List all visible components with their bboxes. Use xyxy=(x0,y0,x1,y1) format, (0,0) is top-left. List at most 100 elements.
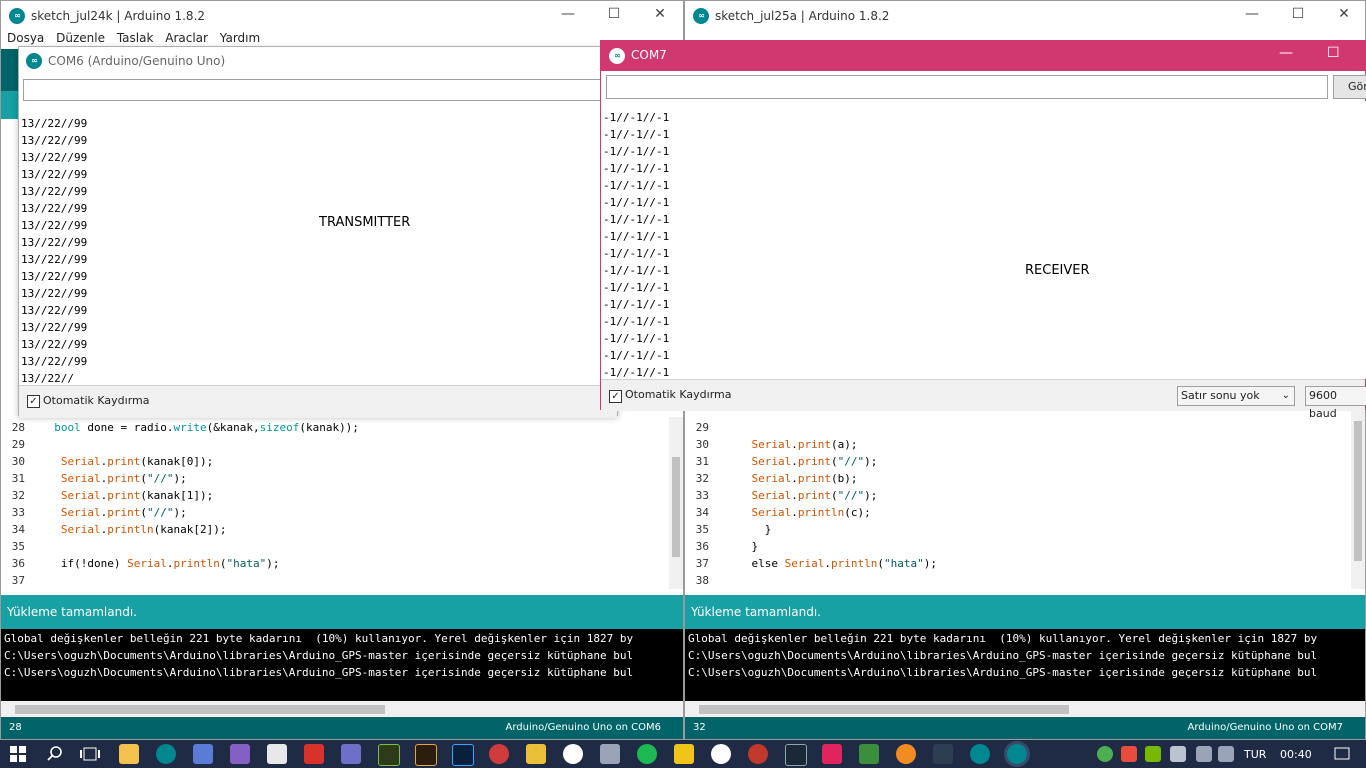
search-icon[interactable] xyxy=(46,745,64,763)
line-ending-select[interactable]: Satır sonu yok ⌄ xyxy=(1177,386,1295,406)
baud-value: 9600 baud xyxy=(1309,389,1337,420)
console-line: C:\Users\oguzh\Documents\Arduino\librari… xyxy=(688,666,1318,679)
scrollbar-thumb[interactable] xyxy=(15,705,385,714)
app-icon[interactable] xyxy=(304,744,324,764)
code-token: ( xyxy=(831,455,838,468)
com7-send-button[interactable]: Gön xyxy=(1333,75,1366,99)
volume-icon[interactable] xyxy=(1218,746,1234,762)
scrollbar-thumb[interactable] xyxy=(699,705,1069,714)
code-line: else Serial.println("hata"); xyxy=(725,557,937,570)
minimize-button[interactable]: — xyxy=(553,6,583,22)
code-token: (b); xyxy=(831,472,858,485)
left-editor-scrollbar[interactable] xyxy=(669,417,683,589)
serial-output-line: -1//-1//-1 xyxy=(603,162,670,175)
com7-send-input[interactable] xyxy=(606,75,1328,99)
maximize-button[interactable]: ☐ xyxy=(1327,45,1340,61)
close-button[interactable]: ✕ xyxy=(645,6,675,22)
code-token: else xyxy=(725,557,785,570)
notifications-icon[interactable] xyxy=(1334,746,1350,762)
menu-file[interactable]: Dosya xyxy=(7,31,44,45)
minimize-button[interactable]: — xyxy=(1279,45,1293,61)
app-icon[interactable] xyxy=(711,744,731,764)
serial-output-line: -1//-1//-1 xyxy=(603,349,670,362)
app-icon[interactable] xyxy=(489,744,509,764)
menu-tools[interactable]: Araclar xyxy=(165,31,208,45)
task-view-icon[interactable] xyxy=(80,746,100,762)
maximize-button[interactable]: ☐ xyxy=(599,6,629,22)
line-number-gutter: 35 xyxy=(695,523,709,536)
steam-icon[interactable] xyxy=(785,744,807,766)
maximize-button[interactable]: ☐ xyxy=(1283,6,1313,22)
left-console-hscroll[interactable] xyxy=(1,701,683,717)
left-code-editor[interactable]: 28 bool done = radio.write(&kanak,sizeof… xyxy=(1,417,669,589)
serial-output-line: 13//22//99 xyxy=(21,338,88,351)
scrollbar-thumb[interactable] xyxy=(1354,421,1362,561)
app-icon[interactable] xyxy=(193,744,213,764)
com7-titlebar: ∞ COM7 — ☐ xyxy=(601,41,1365,71)
tray-icon[interactable] xyxy=(1121,746,1137,762)
com7-autoscroll-checkbox[interactable]: ✓ xyxy=(609,389,622,403)
right-ide-title: sketch_jul25a | Arduino 1.8.2 xyxy=(715,9,890,23)
baud-select[interactable]: 9600 baud xyxy=(1305,386,1366,420)
serial-output-line: 13//22//99 xyxy=(21,219,88,232)
console-line: Global değişkenler belleğin 221 byte kad… xyxy=(4,632,634,645)
app-icon[interactable] xyxy=(526,744,546,764)
right-console-hscroll[interactable] xyxy=(685,701,1365,717)
line-number-gutter: 33 xyxy=(695,489,709,502)
code-token: ( xyxy=(831,489,838,502)
tray-icon[interactable] xyxy=(1097,746,1113,762)
battery-icon[interactable] xyxy=(1170,746,1186,762)
nvidia-icon[interactable] xyxy=(1145,746,1161,762)
menu-edit[interactable]: Düzenle xyxy=(56,31,105,45)
app-icon[interactable] xyxy=(674,744,694,764)
windows-start-icon[interactable] xyxy=(10,746,26,762)
code-token: Serial xyxy=(127,557,167,570)
clock[interactable]: 00:40 xyxy=(1280,748,1312,761)
language-indicator[interactable]: TUR xyxy=(1244,748,1266,761)
arduino-taskbar-icon[interactable] xyxy=(970,744,990,764)
arduino-taskbar-icon[interactable] xyxy=(156,744,176,764)
right-code-editor[interactable]: 29 30 Serial.print(a); 31 Serial.print("//… xyxy=(685,417,1351,589)
com6-send-input[interactable] xyxy=(23,79,617,101)
discord-icon[interactable] xyxy=(341,744,361,764)
left-ide-titlebar: ∞ sketch_jul24k | Arduino 1.8.2 — ☐ ✕ xyxy=(1,1,683,31)
serial-output-line: -1//-1//-1 xyxy=(603,247,670,260)
arduino-taskbar-icon[interactable] xyxy=(1007,744,1027,764)
dreamweaver-icon[interactable] xyxy=(378,744,400,766)
yandex-icon[interactable] xyxy=(563,744,583,764)
com7-autoscroll-label: Otomatik Kaydırma xyxy=(625,388,732,401)
app-icon[interactable] xyxy=(859,744,879,764)
right-editor-scrollbar[interactable] xyxy=(1351,411,1365,589)
app-icon[interactable] xyxy=(896,744,916,764)
file-explorer-icon[interactable] xyxy=(119,744,139,764)
console-line: Global değişkenler belleğin 221 byte kad… xyxy=(688,632,1318,645)
serial-output-line: -1//-1//-1 xyxy=(603,196,670,209)
app-icon[interactable] xyxy=(822,744,842,764)
minimize-button[interactable]: — xyxy=(1237,6,1267,22)
com6-autoscroll-checkbox[interactable]: ✓ xyxy=(27,394,40,408)
code-token: (&kanak, xyxy=(206,421,260,434)
code-line: Serial.print(a); xyxy=(725,438,858,451)
wifi-icon[interactable] xyxy=(1196,746,1212,762)
menu-help[interactable]: Yardım xyxy=(220,31,260,45)
close-button[interactable]: ✕ xyxy=(1329,6,1359,22)
app-icon[interactable] xyxy=(600,744,620,764)
code-token: print xyxy=(797,455,831,468)
serial-output-line: -1//-1//-1 xyxy=(603,366,670,379)
code-line: bool done = radio.write(&kanak,sizeof(ka… xyxy=(41,421,359,434)
app-icon[interactable] xyxy=(933,744,953,764)
photoshop-icon[interactable] xyxy=(452,744,474,766)
code-token: "//" xyxy=(147,472,174,485)
menu-sketch[interactable]: Taslak xyxy=(117,31,154,45)
bridge-icon[interactable] xyxy=(415,744,437,766)
visual-studio-icon[interactable] xyxy=(230,744,250,764)
spotify-icon[interactable] xyxy=(637,744,657,764)
line-number: 28 xyxy=(9,722,22,733)
board-port: Arduino/Genuino Uno on COM6 xyxy=(505,722,662,733)
app-icon[interactable] xyxy=(748,744,768,764)
code-token: Serial xyxy=(751,438,792,451)
app-icon[interactable] xyxy=(267,744,287,764)
scrollbar-thumb[interactable] xyxy=(672,457,680,557)
code-token: ); xyxy=(923,557,937,570)
